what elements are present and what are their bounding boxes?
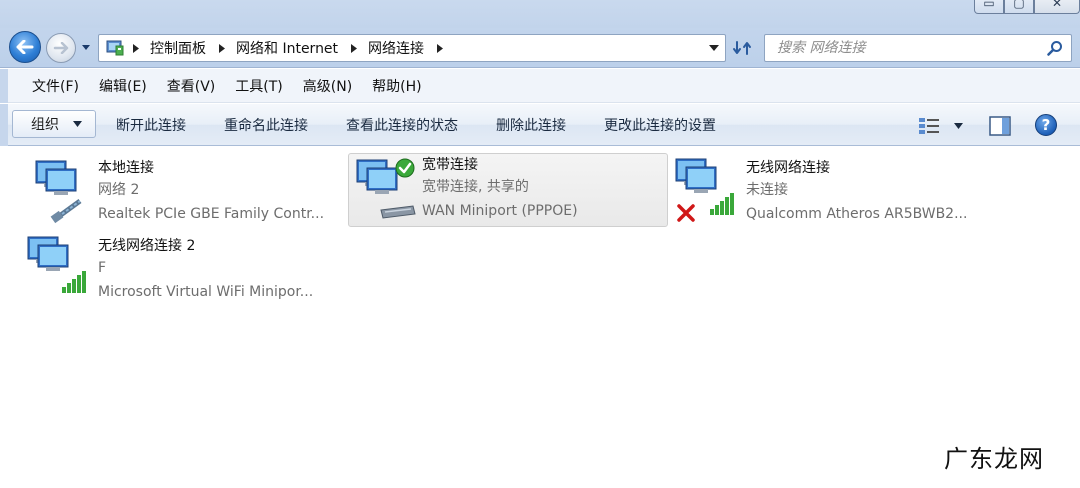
menu-view[interactable]: 查看(V) — [157, 76, 226, 96]
connected-check-icon — [395, 158, 415, 178]
search-icon[interactable] — [1047, 40, 1063, 56]
navigation-bar: 控制面板 网络和 Internet 网络连接 — [0, 28, 1080, 68]
command-bar: 组织 断开此连接 重命名此连接 查看此连接的状态 删除此连接 更改此连接的设置 … — [0, 104, 1080, 146]
organize-button[interactable]: 组织 — [12, 110, 96, 138]
change-view-button[interactable] — [918, 116, 966, 136]
connection-status: 未连接 — [746, 182, 788, 198]
preview-pane-icon[interactable] — [989, 116, 1011, 136]
connection-text: 无线网络连接 未连接 Qualcomm Atheros AR5BWB2... — [746, 157, 986, 226]
wireless-signal-icon — [27, 236, 86, 293]
title-bar: ▭ ▢ ✕ — [0, 0, 1080, 28]
address-dropdown-icon[interactable] — [709, 44, 719, 52]
change-settings-button[interactable]: 更改此连接的设置 — [592, 115, 728, 135]
disconnect-button[interactable]: 断开此连接 — [104, 115, 198, 135]
connection-status: 宽带连接, 共享的 — [422, 179, 529, 195]
minimize-button[interactable]: ▭ — [974, 0, 1004, 14]
connection-name: 无线网络连接 — [746, 160, 830, 176]
menu-edit[interactable]: 编辑(E) — [89, 76, 157, 96]
menu-help[interactable]: 帮助(H) — [362, 76, 431, 96]
recent-pages-dropdown-icon[interactable] — [80, 41, 92, 53]
connection-text: 宽带连接 宽带连接, 共享的 WAN Miniport (PPPOE) — [422, 154, 662, 223]
maximize-button[interactable]: ▢ — [1004, 0, 1034, 14]
menu-tools[interactable]: 工具(T) — [225, 76, 292, 96]
delete-button[interactable]: 删除此连接 — [484, 115, 578, 135]
connection-status: F — [98, 260, 107, 276]
chevron-right-icon[interactable] — [215, 43, 229, 53]
breadcrumb-network-and-internet[interactable]: 网络和 Internet — [229, 38, 347, 58]
chevron-down-icon — [954, 123, 963, 129]
connection-name: 宽带连接 — [422, 157, 478, 173]
back-arrow-icon — [16, 40, 34, 54]
chevron-right-icon[interactable] — [129, 43, 143, 53]
back-button[interactable] — [9, 31, 41, 63]
connection-item-local[interactable]: 本地连接 网络 2 Realtek PCIe GBE Family Contr.… — [22, 155, 340, 229]
rename-button[interactable]: 重命名此连接 — [212, 115, 320, 135]
organize-label: 组织 — [31, 117, 59, 133]
breadcrumb-network-connections[interactable]: 网络连接 — [361, 38, 433, 58]
window-caption-buttons: ▭ ▢ ✕ — [974, 0, 1080, 14]
connection-device: WAN Miniport (PPPOE) — [422, 203, 578, 219]
menu-items: 文件(F) 编辑(E) 查看(V) 工具(T) 高级(N) 帮助(H) — [22, 69, 432, 103]
menu-file[interactable]: 文件(F) — [22, 76, 89, 96]
connection-status: 网络 2 — [98, 182, 140, 198]
search-input[interactable] — [777, 39, 1027, 57]
connection-device: Microsoft Virtual WiFi Minipor... — [98, 284, 314, 300]
breadcrumb: 控制面板 网络和 Internet 网络连接 — [129, 35, 447, 61]
watermark: 广东龙网 — [944, 445, 1044, 473]
forward-arrow-icon — [53, 42, 69, 54]
chevron-down-icon — [73, 121, 82, 127]
refresh-icon[interactable] — [732, 38, 752, 58]
details-view-icon — [919, 118, 939, 134]
connection-text: 本地连接 网络 2 Realtek PCIe GBE Family Contr.… — [98, 157, 338, 226]
menu-advanced[interactable]: 高级(N) — [293, 76, 362, 96]
connection-device: Qualcomm Atheros AR5BWB2... — [746, 206, 968, 222]
window-frame-edge — [0, 104, 8, 146]
address-bar[interactable]: 控制面板 网络和 Internet 网络连接 — [98, 34, 726, 62]
connection-text: 无线网络连接 2 F Microsoft Virtual WiFi Minipo… — [98, 235, 338, 304]
control-panel-icon — [106, 40, 124, 56]
connection-name: 本地连接 — [98, 160, 154, 176]
menu-bar: 文件(F) 编辑(E) 查看(V) 工具(T) 高级(N) 帮助(H) — [0, 69, 1080, 103]
close-button[interactable]: ✕ — [1034, 0, 1080, 14]
disconnected-x-icon — [677, 204, 695, 222]
chevron-right-icon[interactable] — [347, 43, 361, 53]
connections-list: 本地连接 网络 2 Realtek PCIe GBE Family Contr.… — [0, 147, 1080, 488]
view-status-button[interactable]: 查看此连接的状态 — [334, 115, 470, 135]
breadcrumb-control-panel[interactable]: 控制面板 — [143, 38, 215, 58]
search-box — [764, 34, 1072, 62]
connection-item-broadband[interactable]: 宽带连接 宽带连接, 共享的 WAN Miniport (PPPOE) — [348, 153, 668, 227]
forward-button[interactable] — [46, 33, 76, 63]
connection-item-wireless[interactable]: 无线网络连接 未连接 Qualcomm Atheros AR5BWB2... — [670, 155, 988, 229]
window-frame-edge — [0, 69, 8, 103]
connection-device: Realtek PCIe GBE Family Contr... — [98, 206, 325, 222]
help-icon[interactable]: ? — [1035, 114, 1057, 136]
connection-item-wireless-2[interactable]: 无线网络连接 2 F Microsoft Virtual WiFi Minipo… — [22, 233, 340, 307]
chevron-right-icon[interactable] — [433, 43, 447, 53]
connection-name: 无线网络连接 2 — [98, 238, 196, 254]
command-items: 断开此连接 重命名此连接 查看此连接的状态 删除此连接 更改此连接的设置 — [104, 104, 742, 146]
wired-adapter-icon — [35, 160, 82, 224]
